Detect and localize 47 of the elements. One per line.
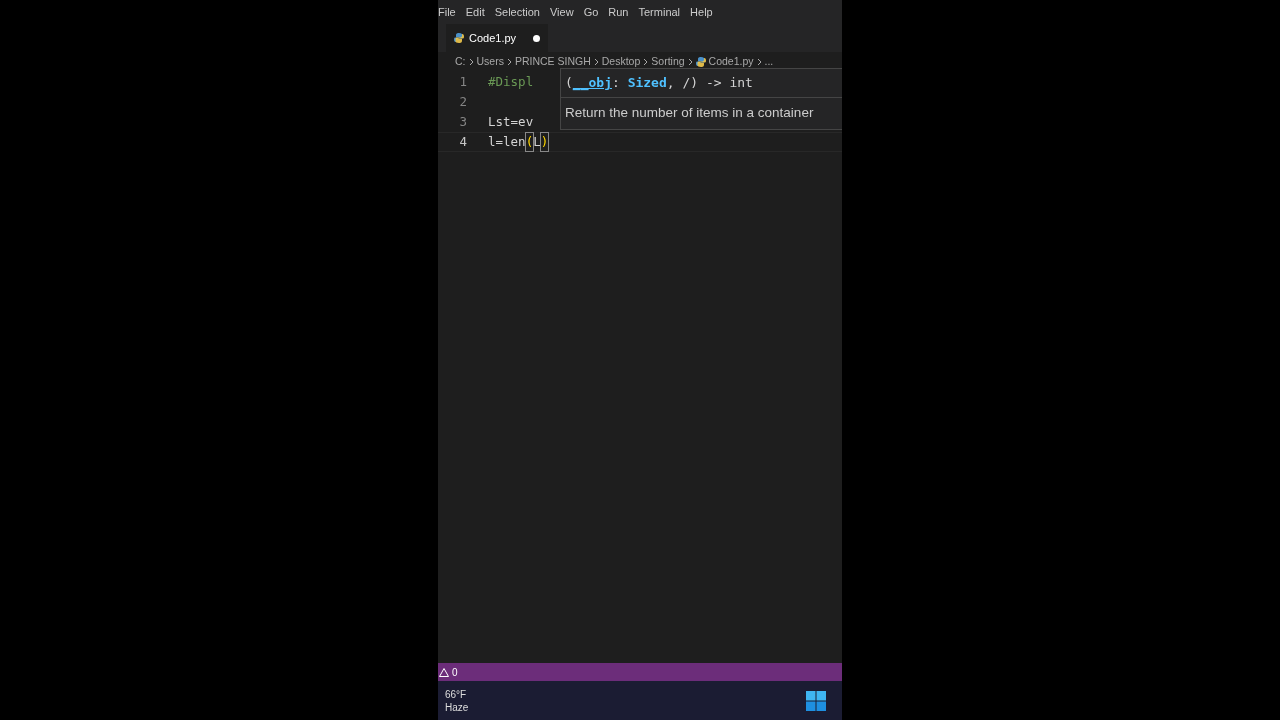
python-file-icon — [695, 57, 706, 67]
chevron-icon — [468, 58, 474, 66]
menu-item[interactable]: File — [438, 3, 461, 21]
chevron-icon — [593, 58, 599, 66]
breadcrumb-item[interactable]: Desktop — [601, 54, 641, 70]
code-token: ( — [525, 132, 534, 152]
windows-logo-icon[interactable] — [806, 690, 826, 711]
code-token: ) — [540, 132, 549, 152]
breadcrumb-item[interactable]: Users — [476, 54, 504, 70]
line-number: 2 — [458, 92, 468, 111]
chevron-icon — [756, 58, 762, 66]
menu-item[interactable]: View — [544, 3, 579, 21]
line-number: 1 — [458, 72, 468, 91]
menu-item[interactable]: Help — [685, 3, 718, 21]
menu-item[interactable]: Edit — [460, 3, 490, 21]
signature-token: ( — [565, 74, 573, 93]
breadcrumb-item[interactable]: Code1.py — [708, 54, 754, 70]
code-token: l=len — [488, 132, 526, 151]
temperature: 66°F — [445, 687, 468, 701]
breadcrumb-item[interactable]: ... — [764, 54, 774, 70]
chevron-icon — [506, 58, 512, 66]
signature-token: Sized — [627, 74, 667, 93]
line-number: 4 — [458, 132, 468, 151]
warning-icon — [439, 667, 449, 677]
breadcrumb-item[interactable]: Sorting — [651, 54, 685, 70]
breadcrumb-item[interactable]: C: — [455, 54, 466, 70]
code-token: Lst=ev — [488, 112, 534, 131]
signature-token: : — [611, 74, 621, 93]
warning-count[interactable]: 0 — [452, 664, 458, 680]
code-token: L — [533, 132, 541, 151]
menu-item[interactable]: Go — [578, 3, 604, 21]
menu-item[interactable]: Terminal — [633, 3, 686, 21]
breadcrumb-item[interactable]: PRINCE SINGH — [514, 54, 591, 70]
chevron-icon — [643, 58, 649, 66]
signature-token: __obj — [572, 74, 612, 93]
chevron-icon — [687, 58, 693, 66]
code-token: #Displ — [488, 72, 534, 91]
signature-token: int — [729, 74, 753, 93]
hover-description: Return the number of items in a container — [565, 104, 814, 123]
weather-condition: Haze — [445, 700, 469, 714]
signature-token: , /) -> — [666, 74, 723, 93]
line-number: 3 — [458, 112, 468, 131]
menu-item[interactable]: Selection — [489, 3, 545, 21]
editor-tab[interactable]: Code1.py — [446, 24, 549, 52]
python-file-icon — [454, 33, 464, 43]
menu-item[interactable]: Run — [603, 3, 634, 21]
tab-label: Code1.py — [469, 30, 517, 46]
